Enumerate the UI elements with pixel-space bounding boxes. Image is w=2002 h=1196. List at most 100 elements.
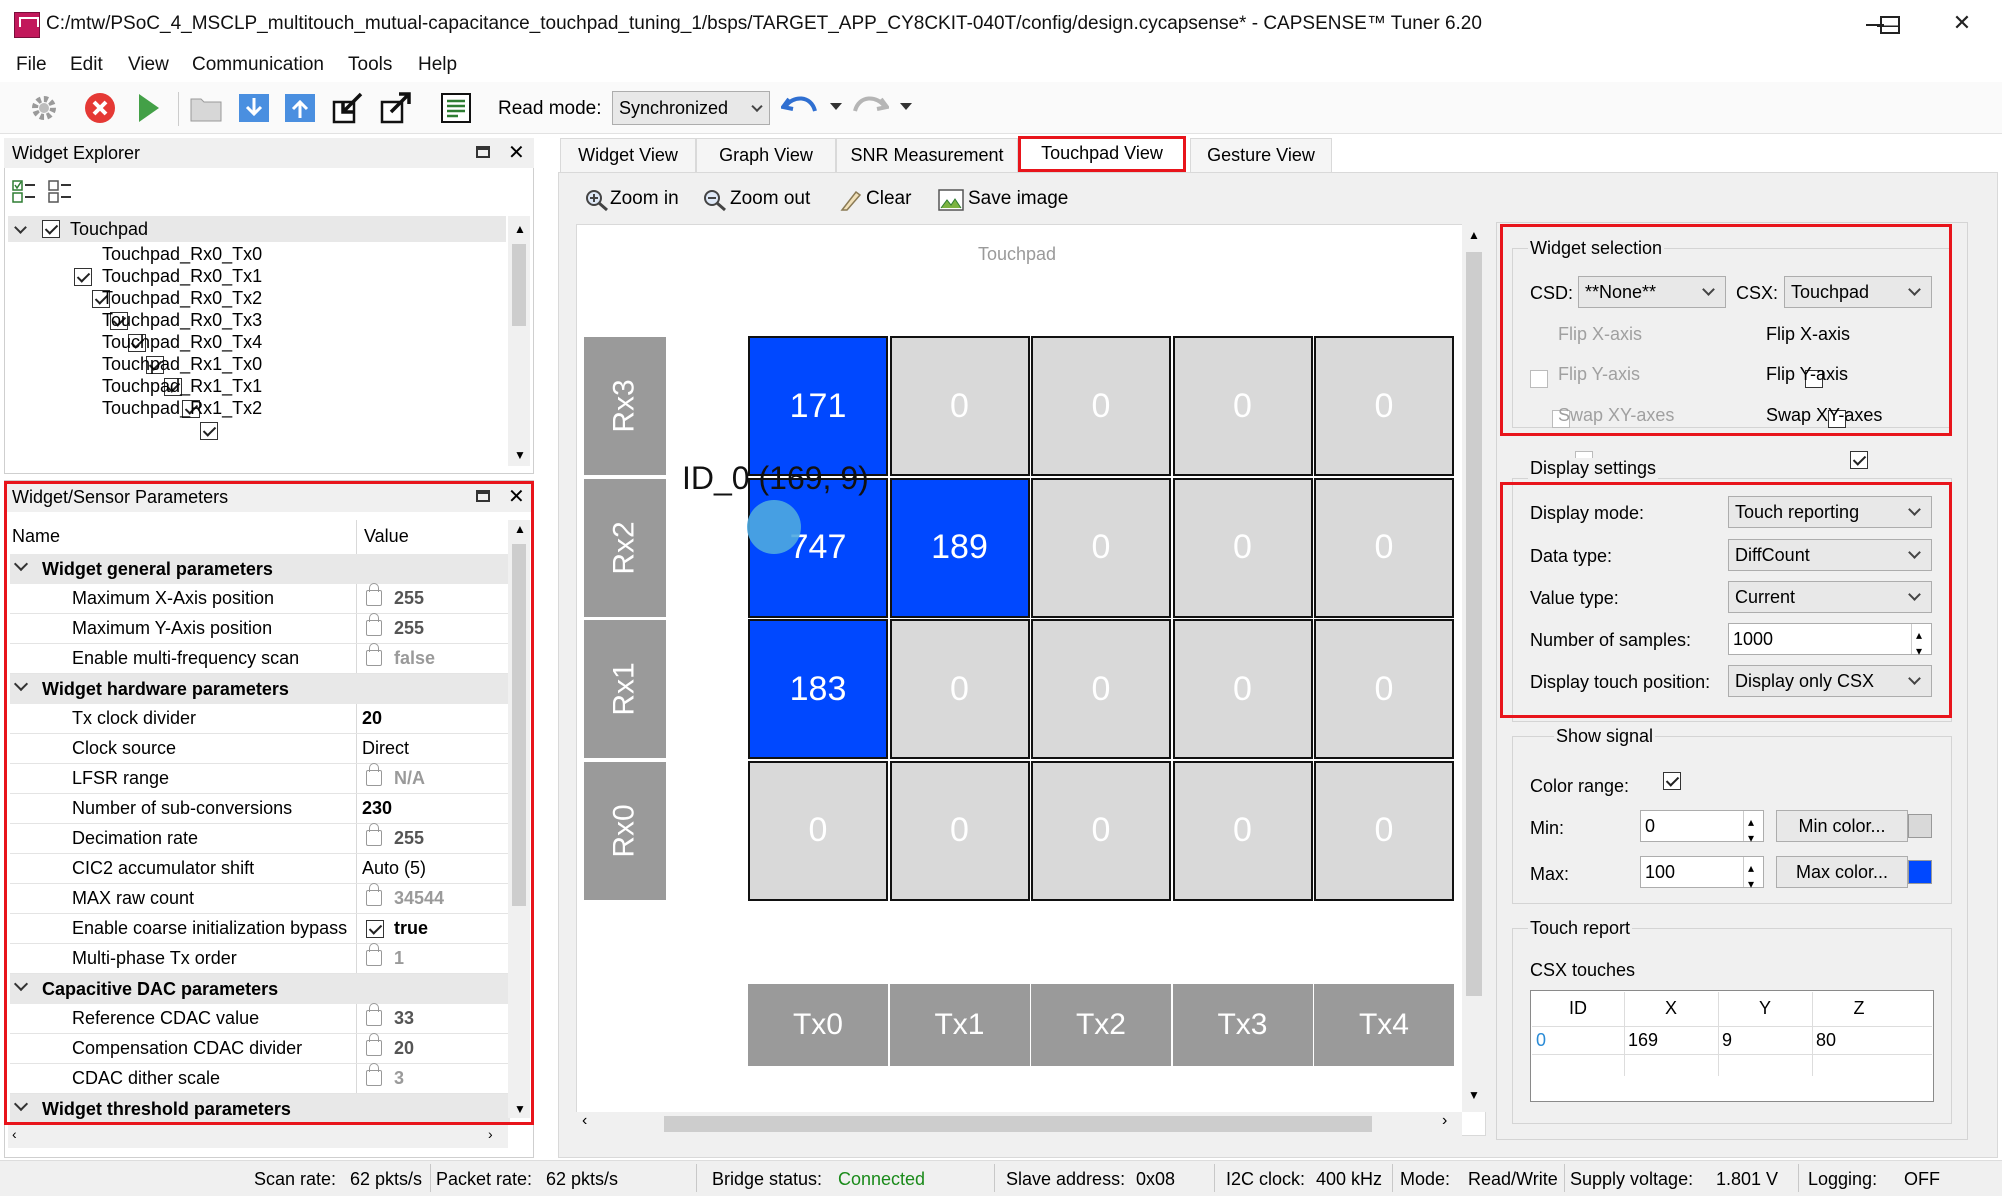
tab-graph-view[interactable]: Graph View [696,138,836,172]
expand-chevron-icon[interactable] [13,676,29,692]
samples-spinbox[interactable]: 1000 [1728,620,1932,666]
close-panel-icon[interactable]: ✕ [508,140,525,165]
settings-gear-icon[interactable] [24,89,64,127]
tree-item-checkbox[interactable] [200,422,218,440]
param-row[interactable]: Maximum Y-Axis position 255 [10,613,510,644]
param-row[interactable]: Enable coarse initialization bypass true [10,914,510,944]
tree-scrollbar-thumb[interactable] [512,244,526,326]
redo-dropdown-icon[interactable] [900,103,912,110]
tree-item-label[interactable]: Touchpad_Rx1_Tx1 [102,374,262,398]
scroll-down-icon[interactable]: ▼ [1468,1088,1480,1102]
disconnect-icon[interactable] [80,89,120,127]
sensor-cell[interactable]: 0 [1031,477,1171,618]
param-row[interactable]: CIC2 accumulator shift Auto (5) [10,854,510,884]
tree-item-label[interactable]: Touchpad_Rx0_Tx0 [102,242,262,266]
param-row[interactable]: Clock source Direct [10,734,510,764]
tab-gesture-view[interactable]: Gesture View [1190,138,1332,172]
zoom-in-icon[interactable] [584,188,610,217]
scroll-down-icon[interactable]: ▼ [514,448,526,462]
check-all-icon[interactable] [12,180,36,204]
log-icon[interactable] [436,89,476,127]
csd-flip-x-checkbox[interactable] [1530,370,1548,388]
zoom-out-icon[interactable] [702,188,728,217]
min-spinbox[interactable]: 0 [1640,807,1764,853]
sensor-cell[interactable]: 0 [1314,760,1454,901]
start-play-icon[interactable] [128,89,168,127]
param-value[interactable]: Direct [362,738,409,759]
param-group-header[interactable]: Capacitive DAC parameters [10,974,510,1004]
sensor-cell[interactable]: 0 [1314,477,1454,618]
csd-select[interactable]: **None** [1578,276,1726,308]
value-type-select[interactable]: Current [1728,581,1932,613]
sensor-cell[interactable]: 0 [889,336,1030,476]
scroll-right-icon[interactable]: › [488,1126,493,1142]
param-row[interactable]: MAX raw count 34544 [10,883,510,914]
read-from-device-icon[interactable] [234,89,274,127]
max-spinbox[interactable]: 100 [1640,853,1764,899]
spin-arrows-icon[interactable] [1911,620,1931,666]
menu-tools[interactable]: Tools [348,54,392,76]
zoom-in-button[interactable]: Zoom in [610,188,679,210]
scroll-left-icon[interactable]: ‹ [12,1126,17,1142]
tab-touchpad-view[interactable]: Touchpad View [1018,136,1186,174]
scroll-down-icon[interactable]: ▼ [514,1102,526,1116]
scroll-up-icon[interactable]: ▲ [1468,228,1480,242]
tree-item-checkbox[interactable] [74,268,92,286]
save-image-icon[interactable] [938,188,964,217]
sensor-cell[interactable]: 0 [1172,336,1313,476]
sensor-cell[interactable]: 171 [748,336,888,476]
clear-eraser-icon[interactable] [838,188,862,217]
sensor-cell[interactable]: 0 [1172,477,1313,618]
scroll-up-icon[interactable]: ▲ [514,222,526,236]
sensor-cell[interactable]: 0 [1031,336,1171,476]
sensor-cell[interactable]: 0 [1031,760,1171,901]
sensor-cell[interactable]: 0 [1314,619,1454,759]
tree-item-label[interactable]: Touchpad_Rx0_Tx4 [102,330,262,354]
save-image-button[interactable]: Save image [968,188,1068,210]
tree-root-checkbox[interactable] [42,220,60,238]
close-window-button[interactable]: ✕ [1936,4,1988,42]
spin-arrows-icon[interactable] [1743,807,1763,853]
float-panel-icon[interactable] [476,490,490,502]
param-row[interactable]: LFSR range N/A [10,763,510,794]
undo-dropdown-icon[interactable] [830,103,842,110]
scroll-left-icon[interactable]: ‹ [582,1112,587,1130]
min-color-button[interactable]: Min color... [1776,810,1908,842]
read-mode-select[interactable]: Synchronized [612,91,770,125]
max-color-button[interactable]: Max color... [1776,856,1908,888]
maximize-button[interactable] [1880,16,1900,34]
sensor-cell[interactable]: 0 [1172,760,1313,901]
tree-item-label[interactable]: Touchpad_Rx0_Tx3 [102,308,262,332]
param-value[interactable]: 230 [362,798,392,819]
expand-chevron-icon[interactable] [13,556,29,572]
param-value[interactable]: 20 [362,708,382,729]
param-checkbox[interactable] [366,920,384,938]
sensor-cell[interactable]: 0 [1314,336,1454,476]
canvas-v-scrollbar-thumb[interactable] [1466,252,1482,996]
sensor-cell[interactable]: 0 [889,760,1030,901]
param-row[interactable]: Number of sub-conversions 230 [10,794,510,824]
sensor-cell[interactable]: 0 [748,760,888,901]
param-group-header[interactable]: Widget hardware parameters [10,674,510,704]
tree-item-label[interactable]: Touchpad_Rx0_Tx1 [102,264,262,288]
tree-item-label[interactable]: Touchpad_Rx1_Tx2 [102,396,262,420]
menu-help[interactable]: Help [418,54,457,76]
undo-icon[interactable] [780,89,820,127]
param-value[interactable]: Auto (5) [362,858,426,879]
param-value[interactable]: true [394,918,428,939]
param-row[interactable]: Decimation rate 255 [10,823,510,854]
param-row[interactable]: Reference CDAC value 33 [10,1003,510,1034]
sensor-cell[interactable]: 0 [1172,619,1313,759]
zoom-out-button[interactable]: Zoom out [730,188,810,210]
menu-edit[interactable]: Edit [70,54,103,76]
redo-icon[interactable] [850,89,890,127]
param-row[interactable]: Tx clock divider 20 [10,704,510,734]
display-mode-select[interactable]: Touch reporting [1728,496,1932,528]
data-type-select[interactable]: DiffCount [1728,539,1932,571]
tab-snr-measurement[interactable]: SNR Measurement [836,138,1018,172]
menu-view[interactable]: View [128,54,169,76]
param-row[interactable]: Multi-phase Tx order 1 [10,943,510,974]
param-group-header[interactable]: Widget threshold parameters [10,1094,510,1124]
scroll-up-icon[interactable]: ▲ [514,522,526,536]
close-panel-icon[interactable]: ✕ [508,484,525,509]
